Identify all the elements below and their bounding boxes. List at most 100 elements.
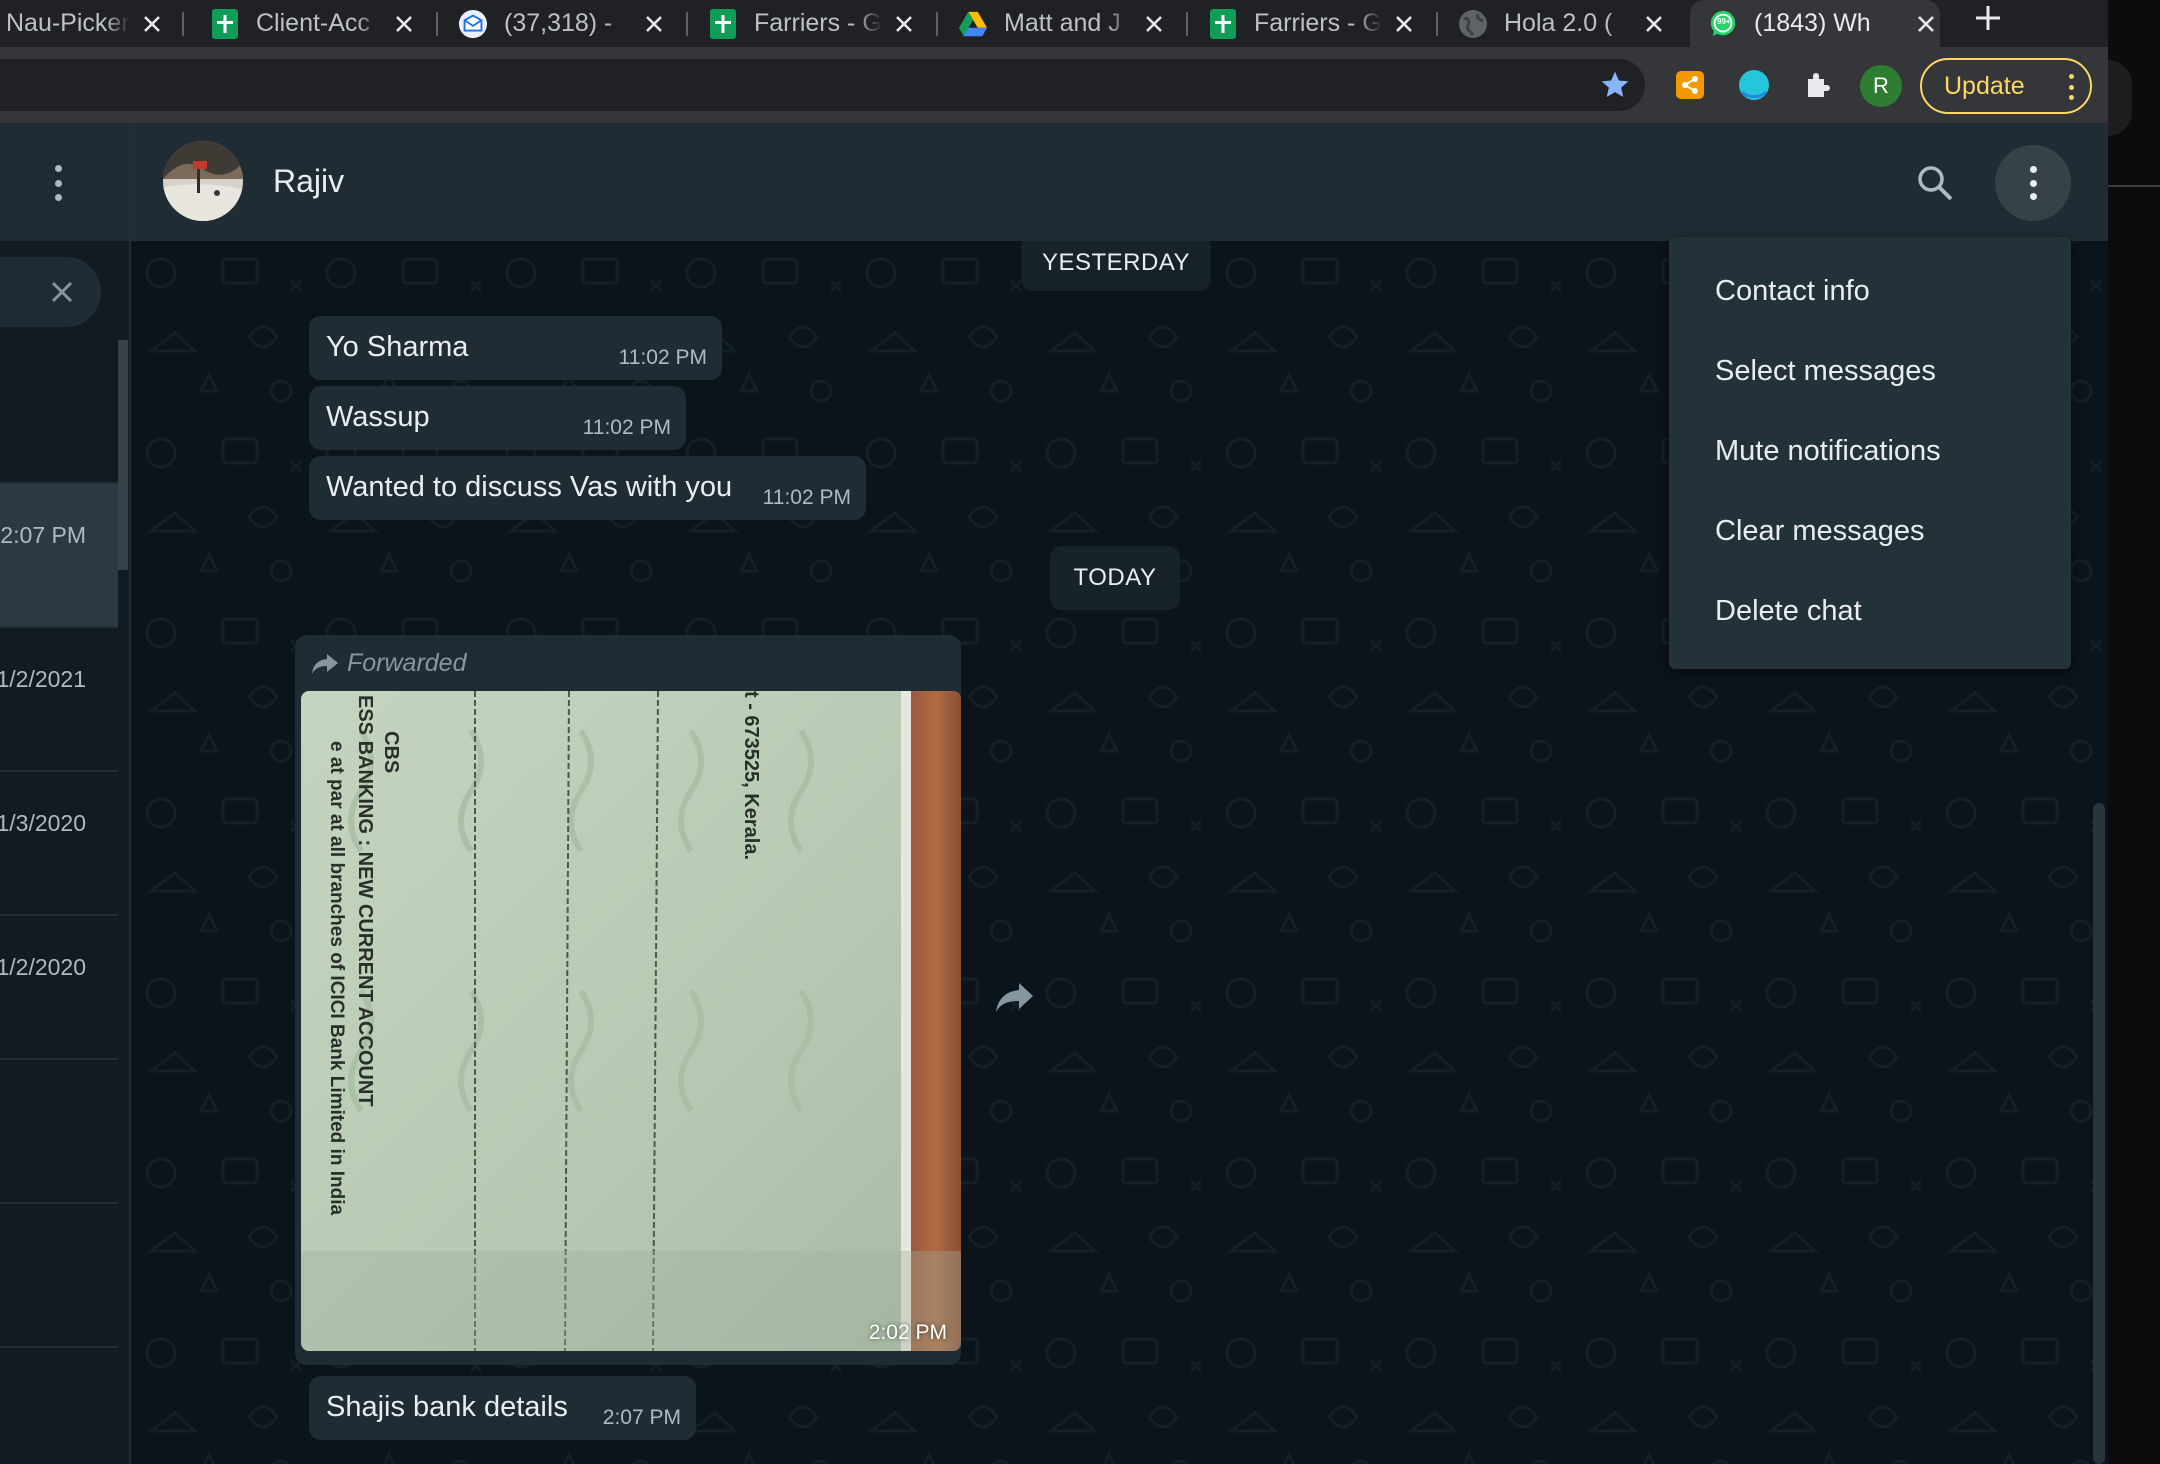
edge-nub xyxy=(2108,60,2132,136)
tab-close-icon[interactable] xyxy=(1390,10,1418,38)
chat-list-item[interactable] xyxy=(0,1204,118,1348)
search-icon[interactable] xyxy=(1915,163,1955,203)
chat-list-item[interactable]: 1/2/2020 xyxy=(0,916,118,1060)
forward-arrow-icon xyxy=(312,653,338,674)
sidebar-menu-icon[interactable] xyxy=(44,165,72,201)
message-bubble[interactable]: Shajis bank details 2:07 PM xyxy=(309,1376,696,1440)
chat-menu-button[interactable] xyxy=(1995,145,2071,221)
image-message-bubble[interactable]: Forwarded CBS ESS BANKING: NEW CURRENT … xyxy=(295,635,961,1365)
contact-avatar[interactable] xyxy=(163,141,243,221)
cheque-text-line2: e at par at all branches of ICICI Bank L… xyxy=(326,741,347,1215)
chat-list-item[interactable] xyxy=(0,340,118,484)
tab-close-icon[interactable] xyxy=(390,10,418,38)
browser-tab[interactable]: (37,318) - xyxy=(458,0,668,47)
menu-item-delete-chat[interactable]: Delete chat xyxy=(1669,571,2071,651)
message-bubble[interactable]: Wanted to discuss Vas with you 11:02 PM xyxy=(309,456,866,520)
date-separator-yesterday: YESTERDAY xyxy=(1021,235,1211,291)
browser-toolbar: R Update xyxy=(0,47,2108,123)
tab-title: Client-Acc xyxy=(256,9,370,37)
chat-list-item[interactable]: 1/2/2021 xyxy=(0,628,118,772)
browser-tab[interactable]: Hola 2.0 ( xyxy=(1458,0,1668,47)
extension-orange-icon[interactable] xyxy=(1672,67,1708,103)
chat-header[interactable]: Rajiv xyxy=(131,123,2108,241)
browser-tab[interactable]: Matt and J xyxy=(958,0,1168,47)
update-label: Update xyxy=(1944,71,2025,100)
message-time: 11:02 PM xyxy=(618,346,707,369)
message-text: Yo Sharma xyxy=(326,331,469,363)
tab-title: Matt and J xyxy=(1004,9,1121,37)
message-time: 2:07 PM xyxy=(602,1406,681,1429)
update-button[interactable]: Update xyxy=(1920,58,2092,114)
tab-close-icon[interactable] xyxy=(138,10,166,38)
browser-tab[interactable]: Farriers - G xyxy=(1208,0,1418,47)
menu-item-mute-notifications[interactable]: Mute notifications xyxy=(1669,411,2071,491)
edge-divider xyxy=(2108,185,2160,187)
conversation-scrollbar[interactable] xyxy=(2093,803,2105,1464)
tab-separator xyxy=(1186,12,1188,36)
whatsapp-app: 2:07 PM 1/2/2021 1/3/2020 1/2/2020 Rajiv… xyxy=(0,123,2108,1464)
message-text: Shajis bank details xyxy=(326,1391,568,1423)
cheque-text-line1: ESS BANKING : NEW CURRENT ACCOUNT xyxy=(354,695,376,1106)
chat-options-menu: Contact info Select messages Mute notifi… xyxy=(1669,237,2071,669)
sidebar-search-input[interactable] xyxy=(0,257,101,327)
message-bubble[interactable]: Wassup 11:02 PM xyxy=(309,386,686,450)
menu-item-contact-info[interactable]: Contact info xyxy=(1669,251,2071,331)
tab-title: Hola 2.0 ( xyxy=(1504,9,1613,37)
chat-item-time: 1/2/2020 xyxy=(0,954,86,980)
tab-separator xyxy=(1436,12,1438,36)
sidebar-scrollbar[interactable] xyxy=(118,340,128,570)
browser-tab-strip: Nau-Picker Client-Acc (37,318) - Farrier… xyxy=(0,0,2108,47)
browser-tab[interactable]: Client-Acc xyxy=(210,0,418,47)
tab-title: Farriers - G xyxy=(1254,9,1382,37)
profile-avatar[interactable]: R xyxy=(1860,65,1902,107)
whatsapp-badge: 99+ xyxy=(1717,16,1731,26)
browser-tab[interactable]: Farriers - G xyxy=(708,0,918,47)
address-bar[interactable] xyxy=(0,59,1645,111)
message-bubble[interactable]: Yo Sharma 11:02 PM xyxy=(309,316,722,380)
tab-close-icon[interactable] xyxy=(1140,10,1168,38)
bookmark-star-icon[interactable] xyxy=(1599,69,1631,101)
forwarded-indicator: Forwarded xyxy=(311,649,467,678)
tab-separator xyxy=(686,12,688,36)
tab-close-icon[interactable] xyxy=(890,10,918,38)
tab-title: Farriers - G xyxy=(754,9,882,37)
cheque-text-cbs: CBS xyxy=(380,731,402,773)
extension-teal-icon[interactable] xyxy=(1736,67,1772,103)
chat-list-item-active[interactable]: 2:07 PM xyxy=(0,484,118,628)
message-text: Wassup xyxy=(326,401,430,433)
extensions-puzzle-icon[interactable] xyxy=(1800,67,1836,103)
forward-share-icon[interactable] xyxy=(993,975,1037,1019)
tab-title: (1843) Wh xyxy=(1754,9,1871,37)
browser-tab-active[interactable]: 99+ (1843) Wh xyxy=(1690,0,1940,47)
browser-tab[interactable]: Nau-Picker xyxy=(6,0,166,47)
chat-item-time: 1/3/2020 xyxy=(0,810,86,836)
google-drive-icon xyxy=(958,9,988,39)
menu-item-select-messages[interactable]: Select messages xyxy=(1669,331,2071,411)
new-tab-button[interactable] xyxy=(1966,0,2010,36)
more-vertical-icon xyxy=(2068,74,2074,100)
tab-title: Nau-Picker xyxy=(6,9,130,37)
tab-title: (37,318) - xyxy=(504,9,613,37)
chat-item-time: 2:07 PM xyxy=(0,522,86,548)
chat-item-time: 1/2/2021 xyxy=(0,666,86,692)
tab-separator xyxy=(436,12,438,36)
cheque-photo[interactable]: CBS ESS BANKING : NEW CURRENT ACCOUNT e … xyxy=(301,691,961,1351)
contact-name[interactable]: Rajiv xyxy=(273,163,344,200)
chat-list-item[interactable] xyxy=(0,1060,118,1204)
chat-list: 2:07 PM 1/2/2021 1/3/2020 1/2/2020 xyxy=(0,340,118,1464)
message-text: Wanted to discuss Vas with you xyxy=(326,471,733,503)
mail-icon xyxy=(458,9,488,39)
clear-search-icon[interactable] xyxy=(48,278,76,306)
message-time: 11:02 PM xyxy=(762,486,851,509)
tab-close-icon[interactable] xyxy=(640,10,668,38)
chat-list-item[interactable]: 1/3/2020 xyxy=(0,772,118,916)
globe-icon xyxy=(1458,9,1488,39)
chat-list-sidebar: 2:07 PM 1/2/2021 1/3/2020 1/2/2020 xyxy=(0,123,131,1464)
plus-icon xyxy=(1976,6,2000,30)
image-message-time: 2:02 PM xyxy=(868,1321,947,1344)
google-sheets-icon xyxy=(1208,8,1238,39)
message-time: 11:02 PM xyxy=(582,416,671,439)
menu-item-clear-messages[interactable]: Clear messages xyxy=(1669,491,2071,571)
tab-close-icon[interactable] xyxy=(1912,10,1940,38)
tab-close-icon[interactable] xyxy=(1640,10,1668,38)
